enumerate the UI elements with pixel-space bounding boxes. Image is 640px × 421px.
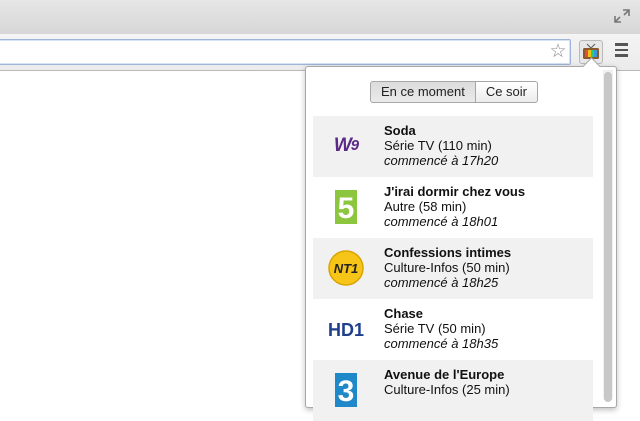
tab-en-ce-moment[interactable]: En ce moment xyxy=(370,81,476,103)
program-genre: Culture-Infos (50 min) xyxy=(384,260,510,275)
program-list: W9 Soda Série TV (110 min) commencé à 17… xyxy=(313,116,593,421)
program-genre: Série TV (50 min) xyxy=(384,321,486,336)
svg-text:5: 5 xyxy=(338,192,355,225)
tab-bar: En ce moment Ce soir xyxy=(370,81,539,103)
program-title: J'irai dormir chez vous xyxy=(384,184,526,199)
program-row[interactable]: NT1 Confessions intimes Culture-Infos (5… xyxy=(313,238,593,299)
svg-text:3: 3 xyxy=(338,375,355,408)
program-row[interactable]: W9 Soda Série TV (110 min) commencé à 17… xyxy=(313,116,593,177)
program-genre: Série TV (110 min) xyxy=(384,138,492,153)
svg-text:HD1: HD1 xyxy=(328,320,364,340)
browser-titlebar xyxy=(0,0,640,34)
address-bar[interactable] xyxy=(0,39,571,65)
program-title: Soda xyxy=(384,123,416,138)
program-genre: Culture-Infos (25 min) xyxy=(384,382,510,397)
program-row[interactable]: 5 J'irai dormir chez vous Autre (58 min)… xyxy=(313,177,593,238)
france5-logo: 5 xyxy=(327,189,365,225)
svg-text:NT1: NT1 xyxy=(334,261,359,276)
program-genre: Autre (58 min) xyxy=(384,199,467,214)
program-row[interactable]: HD1 Chase Série TV (50 min) commencé à 1… xyxy=(313,299,593,360)
program-start: commencé à 18h25 xyxy=(384,275,499,290)
program-start: commencé à 18h01 xyxy=(384,214,499,229)
nt1-logo: NT1 xyxy=(327,250,365,286)
france3-logo: 3 xyxy=(327,372,365,408)
program-title: Avenue de l'Europe xyxy=(384,367,505,382)
star-icon[interactable]: ☆ xyxy=(547,42,569,62)
hamburger-icon[interactable] xyxy=(612,43,630,61)
program-row[interactable]: 3 Avenue de l'Europe Culture-Infos (25 m… xyxy=(313,360,593,421)
program-start: commencé à 17h20 xyxy=(384,153,499,168)
program-title: Confessions intimes xyxy=(384,245,512,260)
hd1-logo: HD1 xyxy=(327,311,365,347)
program-title: Chase xyxy=(384,306,424,321)
fullscreen-icon[interactable] xyxy=(613,8,631,24)
scrollbar-thumb[interactable] xyxy=(604,72,612,402)
program-start: commencé à 18h35 xyxy=(384,336,499,351)
w9-logo: W9 xyxy=(333,135,359,156)
tab-ce-soir[interactable]: Ce soir xyxy=(475,81,539,103)
